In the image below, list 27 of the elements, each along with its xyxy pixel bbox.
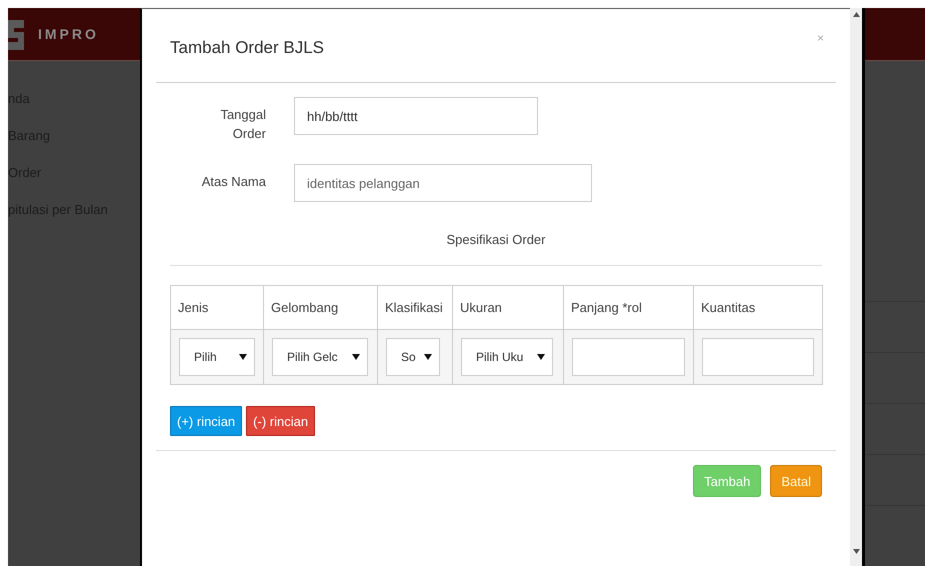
caret-icon — [424, 354, 432, 360]
caret-icon — [537, 354, 545, 360]
dropdown[interactable]: Pilih Gelc — [272, 338, 368, 376]
date-field[interactable]: hh/bb/tttt — [294, 97, 538, 135]
remove-row-button[interactable]: (-) rincian — [246, 406, 316, 436]
dropdown[interactable]: So — [386, 338, 440, 376]
caret-icon — [239, 354, 247, 360]
field-label: Atas Nama — [200, 173, 266, 191]
add-row-button[interactable]: (+) rincian — [170, 406, 242, 436]
close-button[interactable]: × — [814, 30, 826, 44]
section-title: Spesifikasi Order — [446, 232, 546, 247]
scrollbar[interactable] — [850, 8, 865, 566]
column-header: Jenis — [170, 286, 264, 330]
dropdown[interactable]: Pilih Uku — [461, 338, 553, 376]
logo-text: IMPRO — [38, 26, 99, 42]
submit-button[interactable]: Tambah — [693, 465, 762, 497]
caret-icon — [352, 354, 360, 360]
dropdown[interactable]: Pilih — [179, 338, 255, 376]
scroll-down-icon[interactable] — [852, 549, 860, 554]
name-field[interactable]: identitas pelanggan — [294, 164, 592, 202]
app-header — [865, 8, 925, 61]
cancel-button[interactable]: Batal — [770, 465, 822, 497]
field-label: Tanggal Order — [219, 106, 266, 143]
input-field[interactable] — [702, 338, 814, 376]
modal-title: Tambah Order BJLS — [170, 38, 324, 58]
scroll-up-icon[interactable] — [852, 12, 860, 17]
input-field[interactable] — [572, 338, 685, 376]
